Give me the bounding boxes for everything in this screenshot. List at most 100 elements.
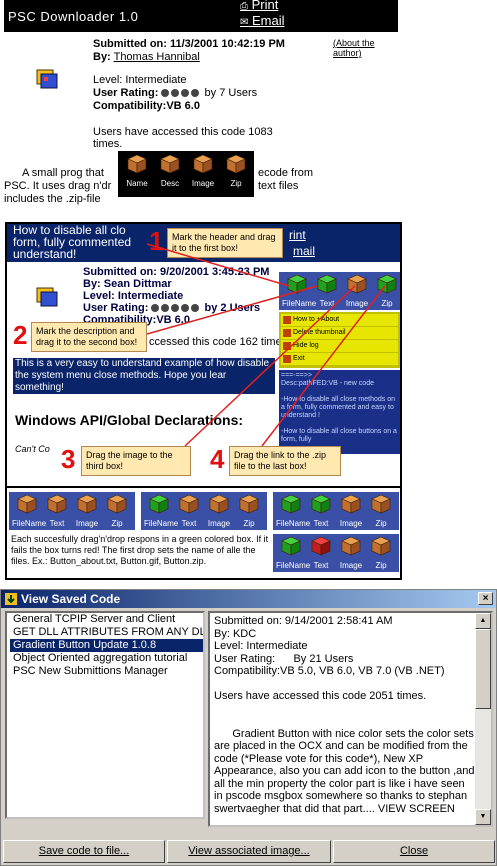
box-icon xyxy=(127,154,147,174)
box-label: Zip xyxy=(243,519,255,528)
box-label: Image xyxy=(75,519,99,528)
box-icon xyxy=(17,494,37,514)
psc-downloader-panel: PSC Downloader 1.0 ⎙ Print ✉ Email Submi… xyxy=(0,0,400,215)
app-header-bar: PSC Downloader 1.0 ⎙ Print ✉ Email xyxy=(4,0,398,32)
close-button[interactable]: Close xyxy=(333,840,495,863)
ex3-box-2: Image xyxy=(336,494,366,528)
popup-box-1[interactable]: Desc xyxy=(155,154,185,188)
box-label: Zip xyxy=(111,519,123,528)
box-icon xyxy=(47,494,67,514)
compat-line: Compatibility:VB 6.0 xyxy=(93,100,200,112)
box-icon xyxy=(179,494,199,514)
author-link[interactable]: Thomas Hannibal xyxy=(114,51,200,63)
box-icon xyxy=(371,536,391,556)
box-label: Text xyxy=(49,519,65,528)
popup-box-0[interactable]: Name xyxy=(122,154,152,188)
arrow-1 xyxy=(146,243,290,287)
close-icon[interactable]: × xyxy=(478,592,493,605)
submitted-line: Submitted on: 11/3/2001 10:42:19 PM xyxy=(93,38,285,50)
box-icon xyxy=(341,536,361,556)
desc-frag-2: ecode from xyxy=(258,167,314,179)
box-label: Zip xyxy=(375,519,387,528)
ex3-box-1: Text xyxy=(306,494,336,528)
box-icon xyxy=(209,494,229,514)
saved-code-item[interactable]: PSC New Submittions Manager xyxy=(10,665,203,678)
desc-frag-1: A small prog that xyxy=(22,167,104,179)
arrow-2 xyxy=(146,285,318,335)
box-icon xyxy=(193,154,213,174)
email-icon: ✉ xyxy=(240,17,249,28)
dialog-titlebar: View Saved Code × xyxy=(1,590,496,608)
box-icon xyxy=(160,154,180,174)
by-line: By: Thomas Hannibal xyxy=(93,51,200,63)
box-icon xyxy=(149,494,169,514)
popup-label: Desc xyxy=(160,179,180,188)
desc-frag-5: includes the .zip-file xyxy=(4,193,101,205)
scroll-up-icon[interactable]: ▲ xyxy=(475,613,491,629)
box-icon xyxy=(226,154,246,174)
example-drop-zone-2: FileName Text Image Zip xyxy=(141,492,267,530)
box-label: FileName xyxy=(276,561,311,570)
box-label: Text xyxy=(313,519,329,528)
scroll-down-icon[interactable]: ▼ xyxy=(475,809,491,825)
ex4-box-0: FileName xyxy=(276,536,311,570)
scroll-thumb[interactable] xyxy=(475,629,491,709)
app-title: PSC Downloader 1.0 xyxy=(8,9,139,24)
box-label: Image xyxy=(339,519,363,528)
box-icon xyxy=(341,494,361,514)
ex2-box-3: Zip xyxy=(234,494,264,528)
desc-frag-4: text files xyxy=(258,180,299,192)
drop-target-popup[interactable]: Name Desc Image Zip xyxy=(118,151,254,197)
ex4-box-3: Zip xyxy=(366,536,396,570)
example-drop-zone-1: FileName Text Image Zip xyxy=(9,492,135,530)
popup-box-3[interactable]: Zip xyxy=(221,154,251,188)
box-label: Image xyxy=(339,561,363,570)
box-label: Text xyxy=(313,561,329,570)
code-details-textbox[interactable]: Submitted on: 9/14/2001 2:58:41 AM By: K… xyxy=(208,611,493,827)
tutorial-image: How to disable all clo form, fully comme… xyxy=(5,222,402,580)
desc-frag-3: PSC. It uses drag n'dr xyxy=(4,180,112,192)
box-icon xyxy=(77,494,97,514)
view-image-button[interactable]: View associated image... xyxy=(167,840,331,863)
popup-box-2[interactable]: Image xyxy=(188,154,218,188)
box-icon xyxy=(107,494,127,514)
popup-label: Image xyxy=(191,179,215,188)
details-scrollbar[interactable]: ▲ ▼ xyxy=(475,613,491,825)
rating-stars-icon xyxy=(161,87,201,99)
level-line: Level: Intermediate xyxy=(93,74,187,86)
email-link[interactable]: ✉ Email xyxy=(240,13,285,28)
example-drop-zone-3: FileName Text Image Zip xyxy=(273,492,399,530)
save-code-button[interactable]: Save code to file... xyxy=(3,840,165,863)
list-hscroll[interactable] xyxy=(5,819,205,827)
ex4-box-1: Text xyxy=(306,536,336,570)
example-drop-zone-4: FileName Text Image Zip xyxy=(273,534,399,572)
saved-code-list[interactable]: General TCPIP Server and Client GET DLL A… xyxy=(5,611,205,819)
view-saved-code-dialog: View Saved Code × General TCPIP Server a… xyxy=(0,589,497,866)
print-icon: ⎙ xyxy=(240,1,248,12)
saved-code-item[interactable]: Gradient Button Update 1.0.8 xyxy=(10,639,203,652)
dialog-title: View Saved Code xyxy=(21,592,121,606)
rating-line: User Rating: by 7 Users xyxy=(93,87,258,99)
box-label: Text xyxy=(181,519,197,528)
about-author-link[interactable]: (About the author) xyxy=(333,38,383,58)
box-label: FileName xyxy=(144,519,179,528)
saved-code-item[interactable]: General TCPIP Server and Client xyxy=(10,613,203,626)
box-icon xyxy=(311,494,331,514)
ex2-box-0: FileName xyxy=(144,494,179,528)
box-label: FileName xyxy=(12,519,47,528)
box-icon xyxy=(281,536,301,556)
print-link[interactable]: ⎙ Print xyxy=(240,0,278,12)
box-icon xyxy=(311,536,331,556)
box-icon xyxy=(281,494,301,514)
ex1-box-0: FileName xyxy=(12,494,47,528)
box-icon xyxy=(371,494,391,514)
saved-code-item[interactable]: Object Oriented aggregation tutorial xyxy=(10,652,203,665)
box-label: Image xyxy=(207,519,231,528)
saved-code-item[interactable]: GET DLL ATTRIBUTES FROM ANY DLL xyxy=(10,626,203,639)
code-details-text: Submitted on: 9/14/2001 2:58:41 AM By: K… xyxy=(214,615,475,815)
tutorial-divider xyxy=(7,486,400,488)
accessed-line: Users have accessed this code 1083 times… xyxy=(93,126,273,150)
ex1-box-1: Text xyxy=(42,494,72,528)
box-label: FileName xyxy=(276,519,311,528)
ex2-box-2: Image xyxy=(204,494,234,528)
